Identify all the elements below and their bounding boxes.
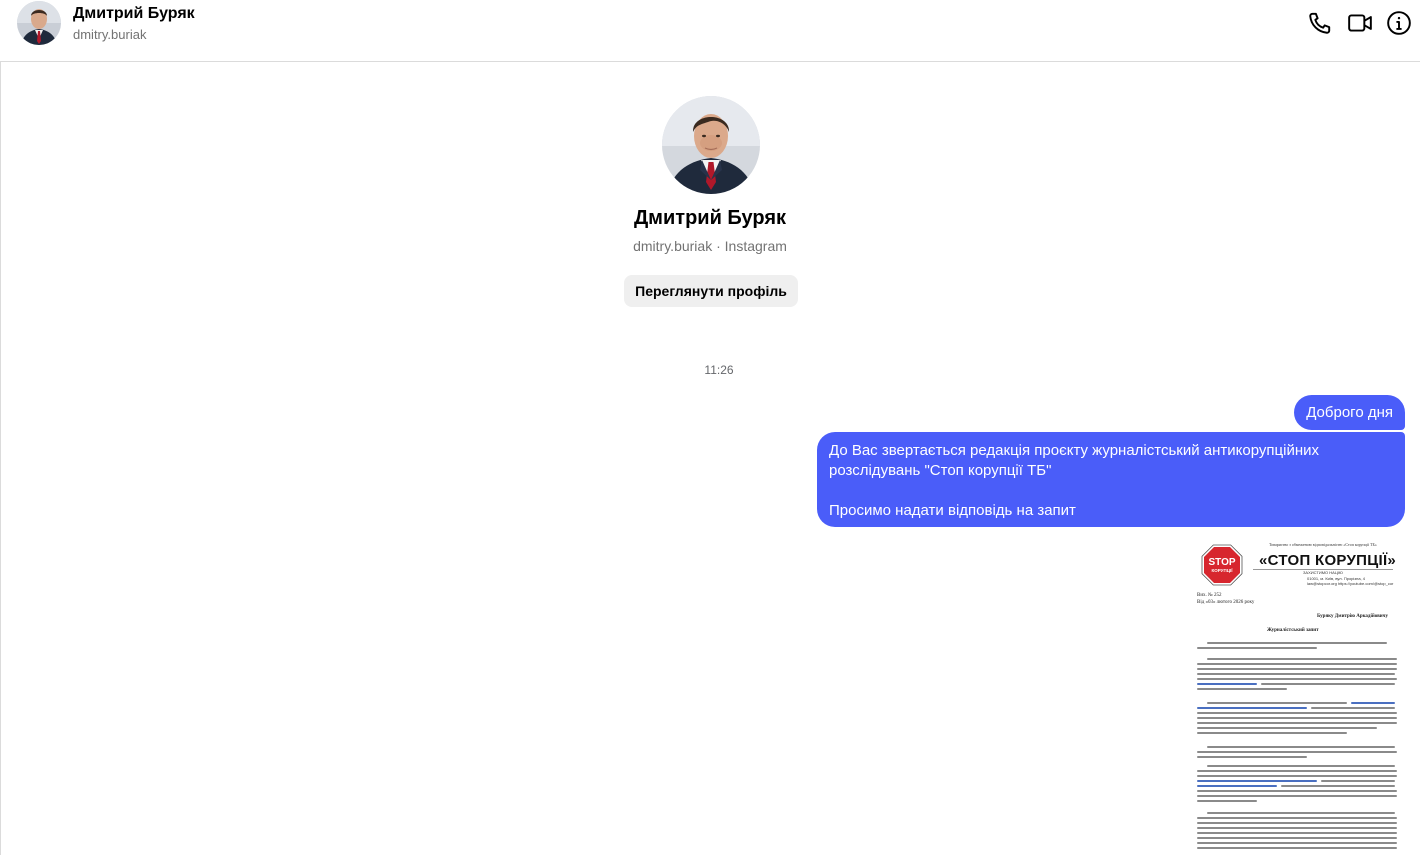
profile-portrait-image	[662, 96, 760, 194]
chat-header: Дмитрий Буряк dmitry.buriak	[0, 0, 1420, 62]
message-bubble-outgoing[interactable]: До Вас звертається редакція проєкту журн…	[817, 432, 1405, 527]
phone-call-icon[interactable]	[1307, 10, 1333, 36]
doc-ref-number: Вих. № 252	[1197, 593, 1222, 598]
header-contact-name[interactable]: Дмитрий Буряк	[73, 5, 195, 23]
doc-title: Журналістський запит	[1267, 628, 1319, 633]
profile-name: Дмитрий Буряк	[633, 207, 787, 229]
doc-brand-subtitle: ЗАХИСТИМО НАЦІЮ	[1303, 570, 1343, 575]
doc-addressee: Буряку Дмитрію Аркадійовичу	[1317, 614, 1388, 619]
message-bubble-outgoing[interactable]: Доброго дня	[1294, 395, 1405, 430]
header-avatar[interactable]	[17, 1, 61, 45]
profile-avatar	[662, 96, 760, 194]
profile-subtitle: dmitry.buriak · Instagram	[633, 238, 787, 254]
doc-contacts: law@stopcor.org https://youtube.com/@sto…	[1307, 581, 1394, 586]
message-text-line: До Вас звертається редакція проєкту журн…	[829, 442, 1319, 479]
conversation-info-icon[interactable]	[1386, 10, 1412, 36]
video-call-icon[interactable]	[1347, 10, 1373, 36]
document-image-attachment[interactable]: Товариство з обмеженою відповідальністю …	[1193, 536, 1405, 855]
doc-company-header: Товариство з обмеженою відповідальністю …	[1269, 542, 1377, 547]
panel-divider	[0, 62, 1, 855]
stop-sign-text: STOP	[1208, 557, 1235, 568]
doc-brand: «СТОП КОРУПЦІЇ»	[1259, 552, 1397, 569]
stop-sign-subtext: КОРУПЦІЇ	[1211, 567, 1233, 573]
avatar-portrait-image	[17, 1, 61, 45]
view-profile-button[interactable]: Переглянути профіль	[624, 275, 798, 307]
stop-sign-logo-icon: STOP КОРУПЦІЇ	[1201, 544, 1243, 586]
message-timestamp: 11:26	[704, 363, 734, 377]
doc-ref-date: Від «03» лютого 2026 року	[1197, 600, 1255, 605]
message-text-line: Просимо надати відповідь на запит	[829, 502, 1076, 519]
header-username: dmitry.buriak	[73, 27, 147, 42]
